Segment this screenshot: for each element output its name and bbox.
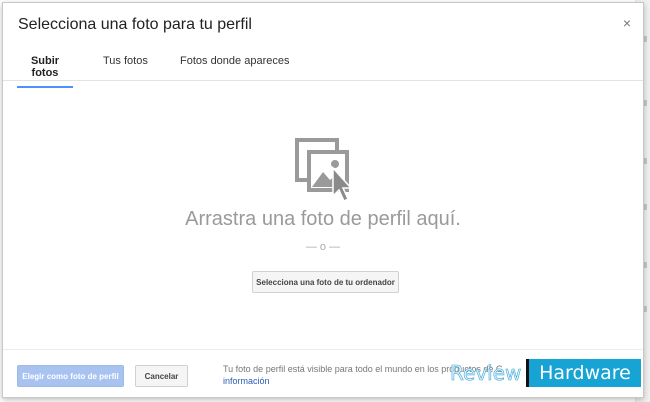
watermark-review-text: Review (450, 361, 522, 386)
photo-upload-icon (295, 138, 353, 203)
select-from-computer-button[interactable]: Selecciona una foto de tu ordenador (252, 271, 399, 293)
drag-photo-hint: Arrastra una foto de perfil aquí. (185, 208, 461, 230)
tab-your-photos[interactable]: Tus fotos (103, 55, 148, 77)
watermark-hardware-text: Hardware (526, 359, 641, 387)
photo-dropzone[interactable]: Arrastra una foto de perfil aquí. — o — … (3, 81, 643, 349)
more-info-link[interactable]: información (223, 376, 270, 386)
dialog-title: Selecciona una foto para tu perfil (18, 16, 252, 33)
close-icon[interactable]: × (620, 16, 634, 30)
tab-photos-of-you[interactable]: Fotos donde apareces (180, 55, 289, 77)
watermark-logo: Review Hardware (450, 359, 641, 387)
cancel-button[interactable]: Cancelar (135, 365, 188, 387)
tab-bar: Subir fotos Tus fotos Fotos donde aparec… (3, 47, 643, 88)
or-separator: — o — (305, 241, 341, 253)
profile-photo-dialog: Selecciona una foto para tu perfil × Sub… (2, 2, 644, 398)
set-profile-photo-button[interactable]: Elegir como foto de perfil (17, 365, 124, 387)
